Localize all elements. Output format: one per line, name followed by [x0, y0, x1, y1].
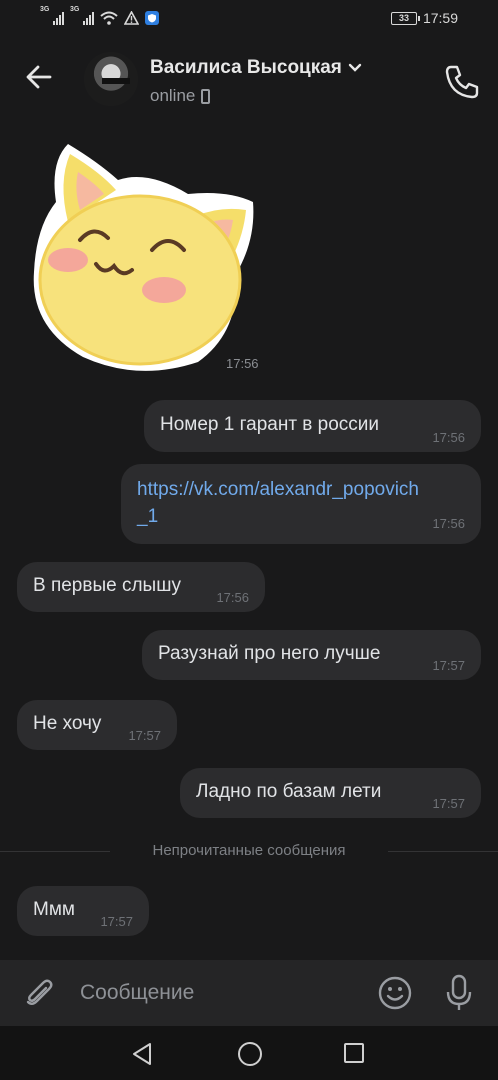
- contact-status: online: [150, 86, 211, 106]
- message-input[interactable]: Сообщение: [80, 981, 194, 1005]
- message-text: Номер 1 гарант в россии: [160, 414, 380, 435]
- message-text: Ладно по базам лети: [196, 781, 382, 802]
- incoming-message[interactable]: Не хочу 17:57: [17, 700, 177, 750]
- message-composer: Сообщение: [0, 960, 498, 1026]
- message-link[interactable]: https://vk.com/alexandr_popovich: [137, 476, 465, 503]
- message-list[interactable]: 17:56 Номер 1 гарант в россии 17:56 http…: [0, 122, 498, 960]
- message-time: 17:57: [100, 914, 133, 929]
- paperclip-icon[interactable]: [22, 976, 56, 1010]
- incoming-message[interactable]: В первые слышу 17:56: [17, 562, 265, 612]
- message-time: 17:57: [128, 728, 161, 743]
- nav-home-icon[interactable]: [238, 1042, 262, 1066]
- message-time: 17:56: [226, 356, 259, 371]
- status-bar: 3G 3G 33 17:59: [0, 0, 498, 38]
- outgoing-message[interactable]: Ладно по базам лети 17:57: [180, 768, 481, 818]
- shield-icon: [145, 11, 159, 25]
- outgoing-message[interactable]: Разузнай про него лучше 17:57: [142, 630, 481, 680]
- unread-divider: Непрочитанные сообщения: [0, 840, 498, 864]
- avatar[interactable]: [84, 52, 138, 106]
- incoming-message[interactable]: Ммм 17:57: [17, 886, 149, 936]
- cat-face-sticker[interactable]: [28, 132, 260, 372]
- status-time: 17:59: [422, 10, 458, 26]
- chat-header: Василиса Высоцкая online: [0, 38, 498, 122]
- battery-level: 33: [398, 12, 409, 23]
- microphone-icon[interactable]: [444, 974, 474, 1012]
- message-time: 17:56: [432, 516, 465, 531]
- back-arrow-icon[interactable]: [22, 60, 56, 94]
- wifi-icon: [100, 11, 118, 25]
- message-time: 17:56: [216, 590, 249, 605]
- message-time: 17:57: [432, 796, 465, 811]
- nav-back-icon[interactable]: [130, 1042, 154, 1066]
- message-time: 17:57: [432, 658, 465, 673]
- message-text: Разузнай про него лучше: [158, 643, 381, 664]
- warning-icon: [124, 11, 139, 25]
- message-time: 17:56: [432, 430, 465, 445]
- contact-name[interactable]: Василиса Высоцкая: [150, 57, 362, 79]
- message-link-continuation[interactable]: _1: [137, 503, 465, 530]
- signal-icon: 3G: [40, 6, 64, 25]
- sim1-network-label: 3G: [40, 6, 50, 13]
- nav-recent-apps-icon[interactable]: [344, 1043, 364, 1063]
- sim2-network-label: 3G: [70, 6, 80, 13]
- contact-name-text: Василиса Высоцкая: [150, 57, 342, 78]
- mobile-device-icon: [201, 88, 211, 104]
- smile-icon[interactable]: [378, 976, 412, 1010]
- online-status: online: [150, 86, 196, 105]
- chevron-down-icon: [348, 63, 362, 72]
- outgoing-link-message[interactable]: https://vk.com/alexandr_popovich _1 17:5…: [121, 464, 481, 544]
- signal-icon: 3G: [70, 6, 94, 25]
- unread-divider-label: Непрочитанные сообщения: [152, 842, 346, 859]
- phone-icon[interactable]: [442, 62, 482, 102]
- battery-icon: 33: [390, 11, 420, 25]
- system-nav-bar: [0, 1026, 498, 1080]
- outgoing-message[interactable]: Номер 1 гарант в россии 17:56: [144, 400, 481, 452]
